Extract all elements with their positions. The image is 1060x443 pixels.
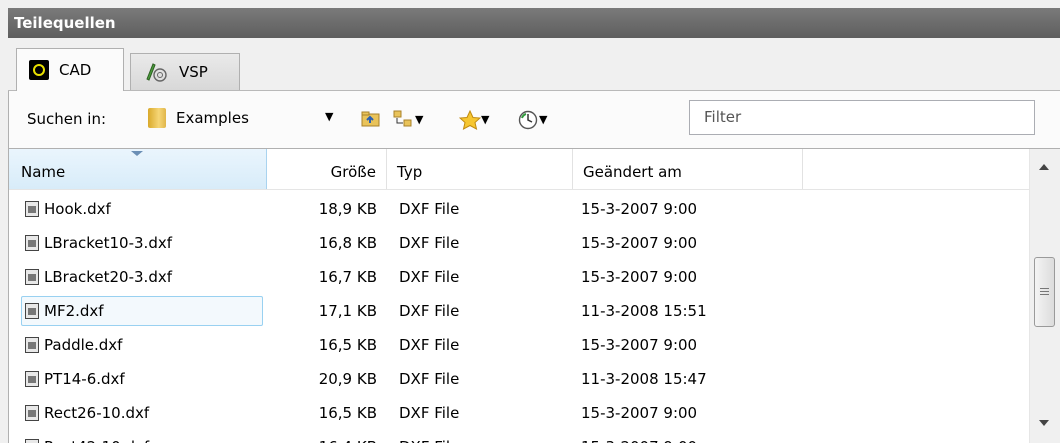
- file-size: 17,1 KB: [318, 302, 377, 320]
- history-icon: [517, 110, 538, 130]
- file-name-cell: Paddle.dxf: [25, 329, 122, 361]
- history-button[interactable]: ▼: [517, 108, 547, 130]
- part-sources-panel: Teilequellen CAD VSP Suchen in: Examples…: [0, 0, 1060, 443]
- file-name: Paddle.dxf: [44, 336, 123, 354]
- file-type: DXF File: [399, 268, 460, 286]
- file-row[interactable]: LBracket10-3.dxf 16,8 KB DXF File 15-3-2007…: [9, 227, 1029, 259]
- file-modified: 15-3-2007 9:00: [581, 200, 698, 218]
- look-in-label: Suchen in:: [27, 110, 107, 128]
- file-type: DXF File: [399, 234, 460, 252]
- file-name-cell: Hook.dxf: [25, 193, 111, 225]
- column-header-size[interactable]: Größe: [267, 149, 387, 189]
- list-header: Name Größe Typ Geändert am: [9, 149, 1029, 190]
- file-size: 16,7 KB: [318, 268, 377, 286]
- file-name-cell: Rect26-10.dxf: [25, 397, 149, 429]
- file-name: MF2.dxf: [44, 302, 104, 320]
- view-menu-icon: [393, 110, 413, 128]
- file-row[interactable]: Paddle.dxf 16,5 KB DXF File 15-3-2007 9:00: [9, 329, 1029, 361]
- combo-dropdown-icon[interactable]: ▼: [325, 110, 333, 123]
- file-type: DXF File: [399, 370, 460, 388]
- file-name-cell: LBracket20-3.dxf: [25, 261, 172, 293]
- cad-icon: [29, 60, 49, 80]
- chevron-down-icon: ▼: [481, 112, 490, 126]
- column-header-modified[interactable]: Geändert am: [573, 149, 803, 189]
- column-name-label: Name: [21, 163, 66, 181]
- dxf-file-icon: [25, 235, 39, 251]
- scroll-thumb[interactable]: [1034, 257, 1055, 327]
- file-size: 20,9 KB: [318, 370, 377, 388]
- view-menu-button[interactable]: ▼: [393, 108, 423, 130]
- file-size: 18,9 KB: [318, 200, 377, 218]
- file-modified: 15-3-2007 9:00: [581, 234, 698, 252]
- column-header-name[interactable]: Name: [9, 149, 267, 189]
- browser-toolbar: Suchen in: Examples ▼ ▼ ▼ ▼ Filter: [8, 91, 1060, 148]
- file-modified: 15-3-2007 9:00: [581, 336, 698, 354]
- sort-indicator-icon: [131, 151, 143, 156]
- file-size: 16,5 KB: [318, 336, 377, 354]
- dxf-file-icon: [25, 371, 39, 387]
- file-name-cell: Rect42-10.dxf: [25, 431, 149, 443]
- file-name: Rect26-10.dxf: [44, 404, 150, 422]
- file-row[interactable]: PT14-6.dxf 20,9 KB DXF File 11-3-2008 15:47: [9, 363, 1029, 395]
- file-name: Hook.dxf: [44, 200, 111, 218]
- look-in-combo[interactable]: Examples: [142, 101, 347, 135]
- file-modified: 15-3-2007 9:00: [581, 404, 698, 422]
- file-name-cell: MF2.dxf: [25, 295, 104, 327]
- vsp-icon: [143, 61, 169, 83]
- favorites-icon: [458, 109, 482, 130]
- file-row[interactable]: Rect26-10.dxf 16,5 KB DXF File 15-3-2007 9:…: [9, 397, 1029, 429]
- favorites-button[interactable]: ▼: [458, 108, 490, 130]
- tab-vsp[interactable]: VSP: [130, 53, 240, 90]
- file-row[interactable]: LBracket20-3.dxf 16,7 KB DXF File 15-3-2007…: [9, 261, 1029, 293]
- tab-cad-label: CAD: [59, 61, 92, 79]
- dxf-file-icon: [25, 439, 39, 443]
- file-name: LBracket20-3.dxf: [44, 268, 173, 286]
- file-row[interactable]: Rect42-10.dxf 16,4 KB DXF File 15-3-2007 9:…: [9, 431, 1029, 443]
- folder-up-icon: [361, 110, 381, 128]
- file-name: PT14-6.dxf: [44, 370, 125, 388]
- file-size: 16,8 KB: [318, 234, 377, 252]
- file-size: 16,4 KB: [267, 431, 377, 443]
- file-name-cell: PT14-6.dxf: [25, 363, 125, 395]
- file-type: DXF File: [399, 200, 460, 218]
- look-in-value: Examples: [176, 109, 249, 127]
- chevron-down-icon: ▼: [539, 112, 548, 126]
- column-header-type[interactable]: Typ: [387, 149, 573, 189]
- file-size: 16,5 KB: [318, 404, 377, 422]
- file-row[interactable]: MF2.dxf 17,1 KB DXF File 11-3-2008 15:51: [9, 295, 1029, 327]
- file-modified: 15-3-2007 9:00: [581, 268, 698, 286]
- tab-vsp-label: VSP: [179, 63, 208, 81]
- dxf-file-icon: [25, 269, 39, 285]
- tab-strip: CAD VSP: [8, 38, 1060, 91]
- filter-input[interactable]: Filter: [689, 100, 1035, 135]
- file-type: DXF File: [399, 302, 460, 320]
- tab-cad[interactable]: CAD: [16, 48, 124, 91]
- scroll-up-icon[interactable]: [1039, 164, 1049, 170]
- file-modified: 11-3-2008 15:47: [581, 370, 707, 388]
- chevron-down-icon: ▼: [415, 112, 424, 126]
- file-name: LBracket10-3.dxf: [44, 234, 173, 252]
- panel-title: Teilequellen: [8, 8, 1060, 38]
- file-modified: 11-3-2008 15:51: [581, 302, 707, 320]
- file-name-cell: LBracket10-3.dxf: [25, 227, 172, 259]
- folder-up-button[interactable]: [361, 108, 381, 130]
- file-type: DXF File: [399, 404, 460, 422]
- dxf-file-icon: [25, 405, 39, 421]
- file-row[interactable]: Hook.dxf 18,9 KB DXF File 15-3-2007 9:00: [9, 193, 1029, 225]
- dxf-file-icon: [25, 303, 39, 319]
- file-list: Name Größe Typ Geändert am Hook.dxf 18,9 …: [8, 148, 1060, 443]
- file-type: DXF File: [399, 336, 460, 354]
- file-type: DXF File: [399, 431, 459, 443]
- scroll-down-icon[interactable]: [1039, 420, 1049, 426]
- vertical-scrollbar[interactable]: [1029, 149, 1060, 443]
- folder-icon: [148, 108, 166, 128]
- file-modified: 15-3-2007 9:00: [581, 431, 697, 443]
- dxf-file-icon: [25, 337, 39, 353]
- dxf-file-icon: [25, 201, 39, 217]
- file-name: Rect42-10.dxf: [44, 431, 149, 443]
